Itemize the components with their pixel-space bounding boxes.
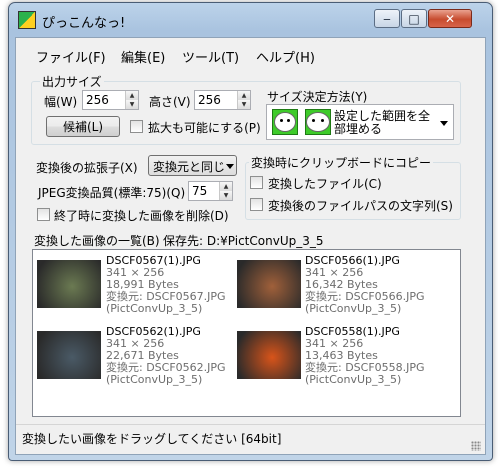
- output-size-label: 出力サイズ: [40, 73, 104, 90]
- copy-path-checkbox[interactable]: [250, 198, 263, 211]
- maximize-button[interactable]: □: [401, 9, 427, 28]
- copy-path-label: 変換後のファイルパスの文字列(S): [268, 199, 453, 213]
- extension-dropdown[interactable]: 変換元と同じ: [148, 155, 237, 176]
- size-method-label: サイズ決定方法(Y): [267, 90, 368, 104]
- close-icon: ✕: [444, 11, 456, 26]
- menu-help[interactable]: ヘルプ(H): [256, 47, 315, 66]
- thumbnail[interactable]: [237, 260, 301, 308]
- file-folder: (PictConvUp_3_5): [106, 373, 203, 386]
- extension-arrow-icon: [226, 164, 234, 169]
- size-method-arrow-icon: [440, 121, 448, 126]
- list-item[interactable]: DSCF0566(1).JPG 341 × 256 16,342 Bytes 変…: [305, 255, 425, 315]
- file-folder: (PictConvUp_3_5): [305, 373, 402, 386]
- copy-file-label: 変換したファイル(C): [268, 177, 382, 191]
- status-text: 変換したい画像をドラッグしてください [64bit]: [22, 432, 282, 446]
- delete-on-exit-label: 終了時に変換した画像を削除(D): [54, 209, 229, 223]
- jpeg-quality-value: 75: [192, 184, 208, 198]
- menu-edit[interactable]: 編集(E): [121, 47, 165, 66]
- resize-grip-icon[interactable]: [471, 441, 481, 451]
- copy-file-checkbox[interactable]: [250, 176, 263, 189]
- jpeg-quality-spinner[interactable]: ▲ ▼: [219, 182, 232, 200]
- app-icon: [18, 11, 36, 29]
- close-button[interactable]: ✕: [428, 9, 472, 28]
- file-folder: (PictConvUp_3_5): [106, 302, 203, 315]
- list-item[interactable]: DSCF0567(1).JPG 341 × 256 18,991 Bytes 変…: [106, 255, 226, 315]
- save-dir-label: 保存先: D:¥PictConvUp_3_5: [163, 234, 324, 248]
- window-title: ぴっこんなっ!: [42, 16, 126, 31]
- menu-tools[interactable]: ツール(T): [182, 47, 239, 66]
- thumbnail[interactable]: [37, 260, 101, 308]
- allow-enlarge-label: 拡大も可能にする(P): [148, 121, 261, 135]
- list-label: 変換した画像の一覧(B): [34, 234, 160, 248]
- face-wide-icon: [305, 109, 331, 135]
- size-method-value: 設定した範囲を全部埋める: [334, 109, 431, 136]
- file-folder: (PictConvUp_3_5): [305, 302, 402, 315]
- width-value: 256: [86, 93, 109, 107]
- clipboard-label: 変換時にクリップボードにコピー: [249, 154, 434, 171]
- minimize-icon: ‒: [383, 11, 391, 26]
- height-label: 高さ(V): [149, 95, 191, 109]
- minimize-button[interactable]: ‒: [374, 9, 400, 28]
- thumbnail[interactable]: [37, 331, 101, 379]
- jpeg-quality-label: JPEG変換品質(標準:75)(Q): [38, 186, 186, 200]
- face-icon: [272, 109, 298, 135]
- list-item[interactable]: DSCF0558(1).JPG 341 × 256 13,463 Bytes 変…: [305, 326, 425, 386]
- candidates-button-label: 候補(L): [62, 120, 104, 134]
- extension-label: 変換後の拡張子(X): [36, 161, 138, 175]
- delete-on-exit-checkbox[interactable]: [37, 208, 50, 221]
- menu-file[interactable]: ファイル(F): [36, 47, 106, 66]
- height-spinner[interactable]: ▲ ▼: [237, 91, 250, 109]
- thumbnail[interactable]: [237, 331, 301, 379]
- candidates-button[interactable]: 候補(L): [46, 116, 120, 137]
- list-item[interactable]: DSCF0562(1).JPG 341 × 256 22,671 Bytes 変…: [106, 326, 226, 386]
- width-label: 幅(W): [44, 95, 78, 109]
- allow-enlarge-checkbox[interactable]: [130, 120, 143, 133]
- width-spinner[interactable]: ▲ ▼: [125, 91, 138, 109]
- extension-value: 変換元と同じ: [153, 160, 226, 174]
- maximize-icon: □: [408, 11, 420, 26]
- height-value: 256: [198, 93, 221, 107]
